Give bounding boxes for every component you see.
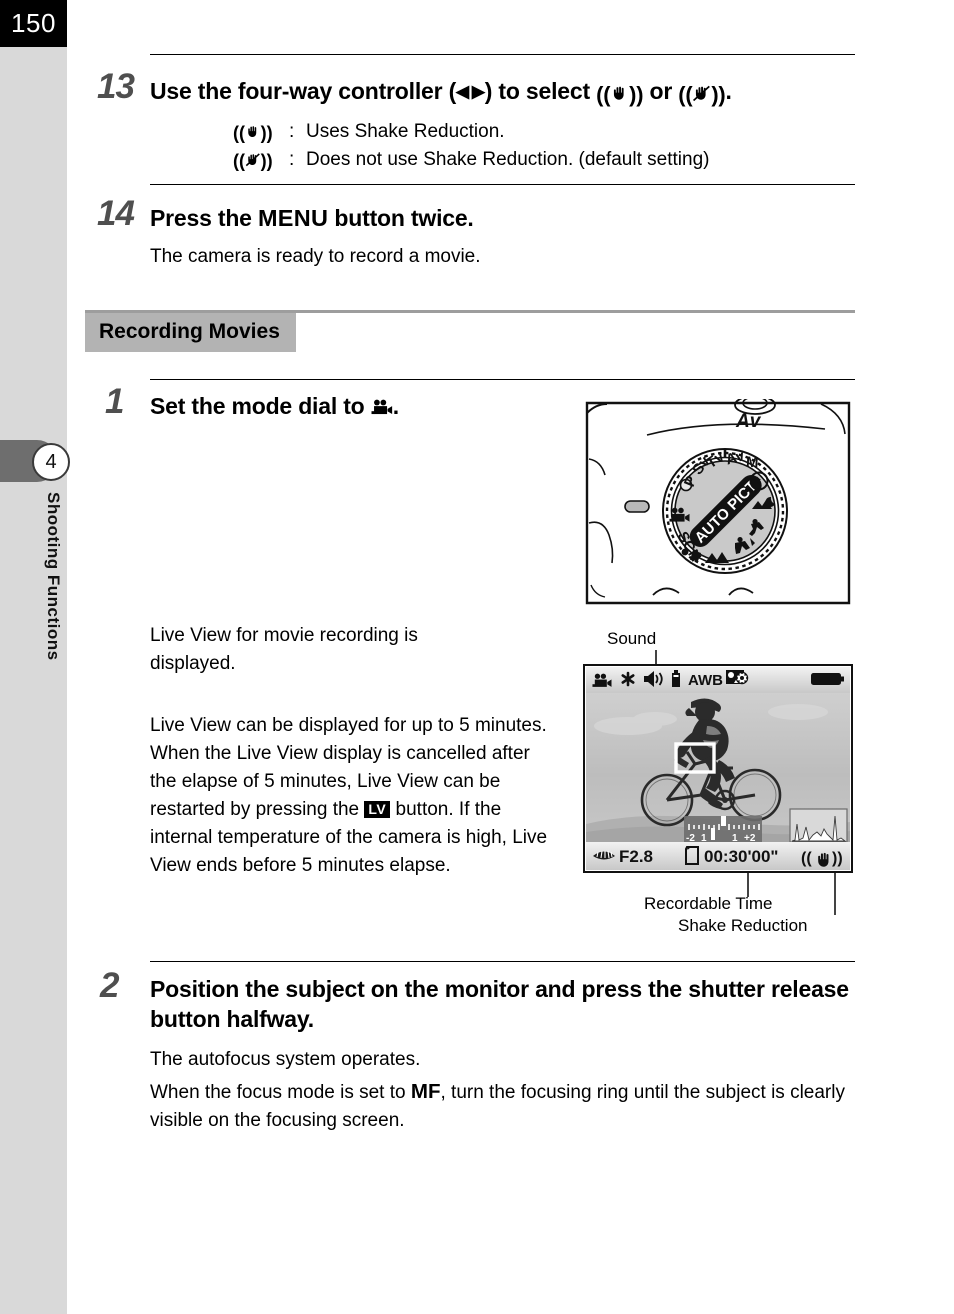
legend-text-off: Does not use Shake Reduction. (default s…: [306, 149, 710, 170]
step-2-body-2-a: When the focus mode is set to: [150, 1082, 411, 1103]
step-14-title-prefix: Press the: [150, 205, 258, 231]
legend-row-on: (()) : Uses Shake Reduction.: [233, 118, 857, 146]
step-2-number: 2: [100, 966, 119, 1005]
lcd-aperture-value: F2.8: [619, 847, 653, 866]
page-number: 150: [0, 0, 67, 47]
step-14-title: Press the MENU button twice.: [150, 203, 850, 233]
legend-separator: :: [289, 121, 295, 142]
mode-dial-illustration: Av AUTO PICT P Sv Tv Av M SCN: [585, 395, 851, 605]
manual-focus-label: MF: [410, 1080, 441, 1103]
step-13-number: 13: [97, 67, 135, 106]
step-14-rule: [150, 184, 855, 185]
step-1-body-1: Live View for movie recording is display…: [150, 625, 418, 674]
legend-text-on: Uses Shake Reduction.: [306, 121, 505, 142]
step-1-title-prefix: Set the mode dial to: [150, 393, 371, 419]
shake-reduction-off-icon: (()): [678, 82, 726, 107]
callout-recordable-time: Recordable Time: [644, 894, 773, 913]
step-1-title: Set the mode dial to .: [150, 391, 550, 421]
step-14-title-suffix: button twice.: [328, 205, 474, 231]
step-2-body-1: The autofocus system operates.: [150, 1049, 421, 1070]
legend-separator: :: [289, 149, 295, 170]
mode-dial-label-M: M: [746, 454, 759, 472]
mode-dial-av-label: Av: [735, 411, 762, 432]
figure-live-view-monitor: -2 1 1 +2 F2.8 00:30'00" (()) AWB: [583, 664, 853, 873]
step-2-title: Position the subject on the monitor and …: [150, 976, 849, 1032]
figure-mode-dial: Av AUTO PICT P Sv Tv Av M SCN: [583, 395, 853, 607]
shake-reduction-off-icon: (()): [233, 151, 273, 171]
legend-row-off: (()) : Does not use Shake Reduction. (de…: [233, 146, 857, 174]
callout-sound: Sound: [607, 629, 657, 648]
step-13-title: Use the four-way controller (◀ ▶) to sele…: [150, 76, 870, 110]
callout-shake-reduction: Shake Reduction: [678, 916, 808, 935]
movie-mode-icon: [371, 399, 393, 417]
step-2-rule: [150, 961, 855, 962]
live-view-illustration: -2 1 1 +2 F2.8 00:30'00" (()) AWB: [583, 664, 853, 873]
chapter-number-badge: 4: [32, 443, 70, 481]
step-1-body-2: Live View can be displayed for up to 5 m…: [150, 712, 560, 880]
step-13-rule: [150, 54, 855, 55]
callout-shake-reduction-leader: [834, 873, 836, 915]
step-14-body: The camera is ready to record a movie.: [150, 246, 481, 267]
lcd-recordable-time: 00:30'00": [704, 847, 779, 866]
step-14-number: 14: [97, 194, 135, 233]
step-2-body-2: When the focus mode is set to MF, turn t…: [150, 1078, 870, 1135]
chapter-label: Shooting Functions: [44, 492, 63, 661]
step-1-number: 1: [105, 382, 124, 421]
page-content: 13 Use the four-way controller (◀ ▶) to s…: [67, 0, 954, 1314]
histogram-icon: [789, 808, 848, 843]
sidebar: 150 4 Shooting Functions: [0, 0, 70, 1314]
shake-reduction-on-icon: (()): [233, 123, 273, 143]
left-arrow-icon: ◀: [456, 82, 469, 101]
awb-label: AWB: [688, 672, 723, 689]
step-13-title-text: Use the four-way controller (: [150, 78, 457, 104]
shake-reduction-legend: (()) : Uses Shake Reduction. (()) : Does…: [233, 118, 857, 174]
section-title: Recording Movies: [85, 313, 296, 352]
battery-icon: [811, 673, 844, 685]
right-arrow-icon: ▶: [471, 82, 485, 101]
shake-reduction-on-icon: (()): [596, 82, 644, 107]
menu-button-glyph: MENU: [257, 205, 329, 231]
step-1-title-suffix: .: [392, 393, 399, 419]
step-1-rule: [150, 379, 855, 380]
ev-scale: -2 1 1 +2: [684, 816, 762, 844]
live-view-button-icon: LV: [364, 801, 391, 818]
svg-text:((: ((: [801, 850, 812, 867]
svg-text:)): )): [832, 850, 843, 867]
